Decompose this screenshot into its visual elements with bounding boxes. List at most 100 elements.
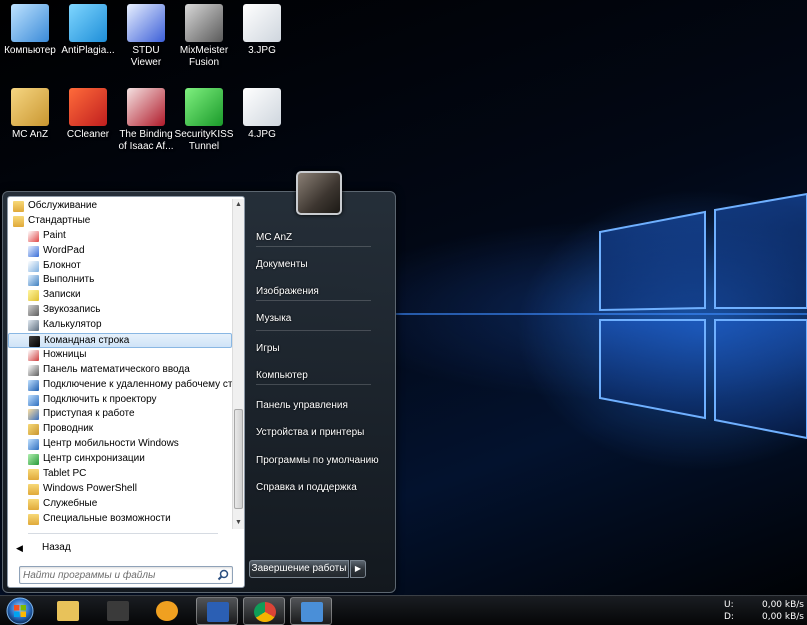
desktop-shortcut-label: 4.JPG xyxy=(248,129,276,140)
start-menu-place-item[interactable]: Программы по умолчанию xyxy=(252,451,382,471)
shutdown-options-arrow-icon[interactable]: ▶ xyxy=(350,560,366,578)
folder-icon xyxy=(28,498,39,510)
program-item[interactable]: Звукозапись xyxy=(8,303,232,318)
divider xyxy=(256,300,371,301)
program-item[interactable]: Проводник xyxy=(8,422,232,437)
user-avatar[interactable] xyxy=(296,171,342,215)
getting-started-icon xyxy=(28,409,39,421)
program-item[interactable]: Стандартные xyxy=(8,214,232,229)
shutdown-button[interactable]: Завершение работы xyxy=(249,560,349,578)
program-item[interactable]: Обслуживание xyxy=(8,199,232,214)
remote-desktop-icon xyxy=(301,602,323,622)
program-item-label: Приступая к работе xyxy=(43,408,135,420)
run-icon xyxy=(28,275,39,287)
program-list-scrollbar[interactable]: ▲ ▼ xyxy=(232,199,244,529)
desktop-shortcut[interactable]: 4.JPG xyxy=(232,88,292,141)
desktop-shortcut-label: MixMeister Fusion xyxy=(179,45,229,68)
program-list: Обслуживание Стандартные Paint WordPad Блокн… xyxy=(8,199,232,529)
back-button[interactable]: ◀ Назад xyxy=(10,538,230,558)
program-item[interactable]: Paint xyxy=(8,229,232,244)
desktop-shortcut[interactable]: AntiPlagia... xyxy=(58,4,118,57)
start-menu-place-item[interactable]: Панель управления xyxy=(252,396,382,416)
program-item[interactable]: WordPad xyxy=(8,244,232,259)
desktop-shortcut-label: Компьютер xyxy=(4,45,56,56)
program-item[interactable]: Специальные возможности xyxy=(8,512,232,527)
taskbar-button[interactable] xyxy=(97,597,139,625)
program-item[interactable]: Ножницы xyxy=(8,348,232,363)
taskbar-button[interactable] xyxy=(196,597,238,625)
start-menu: Обслуживание Стандартные Paint WordPad Блокн… xyxy=(2,191,396,593)
desktop-shortcut-label: The Binding of Isaac Af... xyxy=(118,129,174,152)
program-item[interactable]: Tablet PC xyxy=(8,467,232,482)
program-item[interactable]: Записки xyxy=(8,288,232,303)
desktop-shortcut[interactable]: Компьютер xyxy=(0,4,60,57)
search-box[interactable] xyxy=(19,566,233,584)
desktop-shortcut-label: SecurityKISS Tunnel xyxy=(174,129,234,152)
start-menu-place-item[interactable]: Музыка xyxy=(252,309,382,329)
mobility-center-icon xyxy=(28,439,39,451)
isaac-icon xyxy=(127,88,165,126)
start-button-windows-orb-icon[interactable] xyxy=(4,596,36,625)
sound-recorder-icon xyxy=(28,305,39,317)
taskbar-button[interactable] xyxy=(47,597,89,625)
program-item[interactable]: Центр синхронизации xyxy=(8,452,232,467)
start-menu-place-item[interactable]: Устройства и принтеры xyxy=(252,423,382,443)
scroll-thumb[interactable] xyxy=(234,409,243,509)
desktop-shortcut[interactable]: 3.JPG xyxy=(232,4,292,57)
upload-speed: 0,00 kB/s xyxy=(761,600,804,610)
program-item[interactable]: Служебные xyxy=(8,497,232,512)
program-item-label: Windows PowerShell xyxy=(43,482,137,494)
program-item-label: WordPad xyxy=(43,244,85,256)
scroll-down-arrow-icon[interactable]: ▼ xyxy=(233,517,244,529)
taskbar-button[interactable] xyxy=(243,597,285,625)
program-item[interactable]: Выполнить xyxy=(8,273,232,288)
start-menu-place-item[interactable]: Игры xyxy=(252,339,382,359)
taskbar-button[interactable] xyxy=(146,597,188,625)
explorer-icon xyxy=(28,424,39,436)
desktop-shortcut[interactable]: MixMeister Fusion xyxy=(174,4,234,69)
desktop-shortcut[interactable]: STDU Viewer xyxy=(116,4,176,69)
program-item[interactable]: Подключение к удаленному рабочему столу xyxy=(8,378,232,393)
start-menu-place-item[interactable]: Справка и поддержка xyxy=(252,478,382,498)
start-menu-place-item[interactable]: Документы xyxy=(252,255,382,275)
program-item-label: Tablet PC xyxy=(43,468,87,480)
program-item[interactable]: Командная строка xyxy=(8,333,232,348)
folder-icon xyxy=(13,201,24,212)
desktop-shortcut[interactable]: MC AnZ xyxy=(0,88,60,141)
start-menu-place-item[interactable]: Изображения xyxy=(252,282,382,302)
start-menu-place-item[interactable]: MC AnZ xyxy=(252,228,382,248)
start-menu-place-item[interactable]: Компьютер xyxy=(252,366,382,386)
program-item-label: Командная строка xyxy=(44,335,130,347)
scroll-up-arrow-icon[interactable]: ▲ xyxy=(233,199,244,211)
divider xyxy=(256,330,371,331)
program-item-label: Центр синхронизации xyxy=(43,453,145,465)
desktop-shortcut-label: 3.JPG xyxy=(248,45,276,56)
paint-icon xyxy=(28,230,39,242)
program-item-label: Выполнить xyxy=(43,274,95,286)
program-item[interactable]: Калькулятор xyxy=(8,318,232,333)
user-folder-icon xyxy=(11,88,49,126)
program-item-label: Обслуживание xyxy=(28,200,98,211)
antiplagiat-icon xyxy=(69,4,107,42)
program-item[interactable]: Приступая к работе xyxy=(8,407,232,422)
program-item[interactable]: Windows PowerShell xyxy=(8,482,232,497)
divider xyxy=(28,533,218,534)
program-item-label: Калькулятор xyxy=(43,319,102,331)
calculator-icon xyxy=(28,320,39,332)
program-item[interactable]: Подключить к проектору xyxy=(8,393,232,408)
search-input[interactable] xyxy=(23,568,213,582)
math-input-icon xyxy=(28,364,39,376)
program-item-label: Центр мобильности Windows xyxy=(43,438,179,450)
desktop-shortcut[interactable]: CCleaner xyxy=(58,88,118,141)
desktop-shortcut[interactable]: The Binding of Isaac Af... xyxy=(116,88,176,153)
program-item[interactable]: Панель математического ввода xyxy=(8,363,232,378)
desktop-shortcut[interactable]: SecurityKISS Tunnel xyxy=(174,88,234,153)
program-item[interactable]: Центр мобильности Windows xyxy=(8,437,232,452)
computer-icon xyxy=(11,4,49,42)
search-icon[interactable] xyxy=(217,569,229,581)
taskbar-button[interactable] xyxy=(290,597,332,625)
program-item-label: Панель математического ввода xyxy=(43,363,190,375)
program-item[interactable]: Блокнот xyxy=(8,259,232,274)
chrome-icon xyxy=(254,602,276,622)
sticky-notes-icon xyxy=(28,290,39,302)
